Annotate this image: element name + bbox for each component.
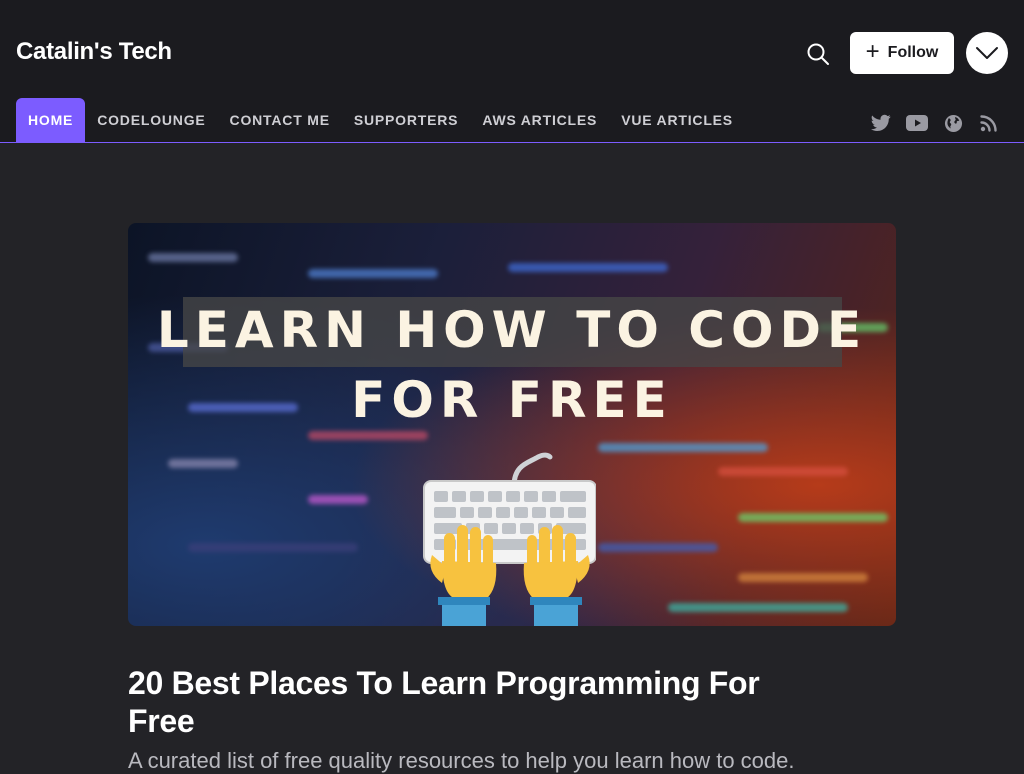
globe-icon bbox=[944, 114, 962, 132]
featured-post-cover[interactable]: LEARN HOW TO CODE FOR FREE bbox=[128, 223, 896, 626]
rss-link[interactable] bbox=[978, 112, 1000, 134]
keyboard-hands-illustration bbox=[423, 452, 596, 626]
code-line bbox=[718, 467, 848, 476]
code-line bbox=[168, 459, 238, 468]
nav-item-home[interactable]: HOME bbox=[16, 98, 86, 142]
code-line bbox=[738, 513, 888, 522]
code-line bbox=[188, 543, 358, 552]
cover-title-line2: FOR FREE bbox=[351, 371, 673, 429]
code-line bbox=[598, 443, 768, 452]
site-header: Catalin's Tech + Follow HOME CODELOUNGE … bbox=[0, 0, 1024, 143]
nav-item-contact-me[interactable]: CONTACT ME bbox=[218, 98, 342, 142]
code-line bbox=[508, 263, 668, 272]
chevron-down-icon bbox=[976, 47, 998, 59]
twitter-link[interactable] bbox=[870, 112, 892, 134]
search-button[interactable] bbox=[804, 40, 832, 68]
nav-item-codelounge[interactable]: CODELOUNGE bbox=[85, 98, 217, 142]
nav-item-aws-articles[interactable]: AWS ARTICLES bbox=[470, 98, 609, 142]
youtube-link[interactable] bbox=[906, 112, 928, 134]
code-line bbox=[148, 253, 238, 262]
cover-title-line1: LEARN HOW TO CODE bbox=[156, 301, 868, 359]
code-line bbox=[308, 431, 428, 440]
nav-item-vue-articles[interactable]: VUE ARTICLES bbox=[609, 98, 745, 142]
featured-post-subtitle: A curated list of free quality resources… bbox=[128, 748, 795, 773]
code-line bbox=[598, 543, 718, 552]
site-brand[interactable]: Catalin's Tech bbox=[16, 38, 172, 66]
youtube-icon bbox=[906, 115, 928, 131]
code-line bbox=[308, 495, 368, 504]
nav-item-supporters[interactable]: SUPPORTERS bbox=[342, 98, 470, 142]
menu-button[interactable] bbox=[966, 32, 1008, 74]
search-icon bbox=[807, 43, 829, 65]
twitter-icon bbox=[871, 114, 891, 131]
social-links bbox=[870, 112, 1000, 134]
code-line bbox=[738, 573, 868, 582]
featured-post-title[interactable]: 20 Best Places To Learn Programming For … bbox=[128, 664, 828, 740]
code-line bbox=[308, 269, 438, 278]
plus-icon: + bbox=[865, 38, 880, 65]
website-link[interactable] bbox=[942, 112, 964, 134]
follow-label: Follow bbox=[887, 44, 939, 61]
main-nav: HOME CODELOUNGE CONTACT ME SUPPORTERS AW… bbox=[16, 98, 745, 142]
rss-icon bbox=[980, 115, 997, 132]
code-line bbox=[668, 603, 848, 612]
follow-button[interactable]: + Follow bbox=[850, 32, 954, 74]
